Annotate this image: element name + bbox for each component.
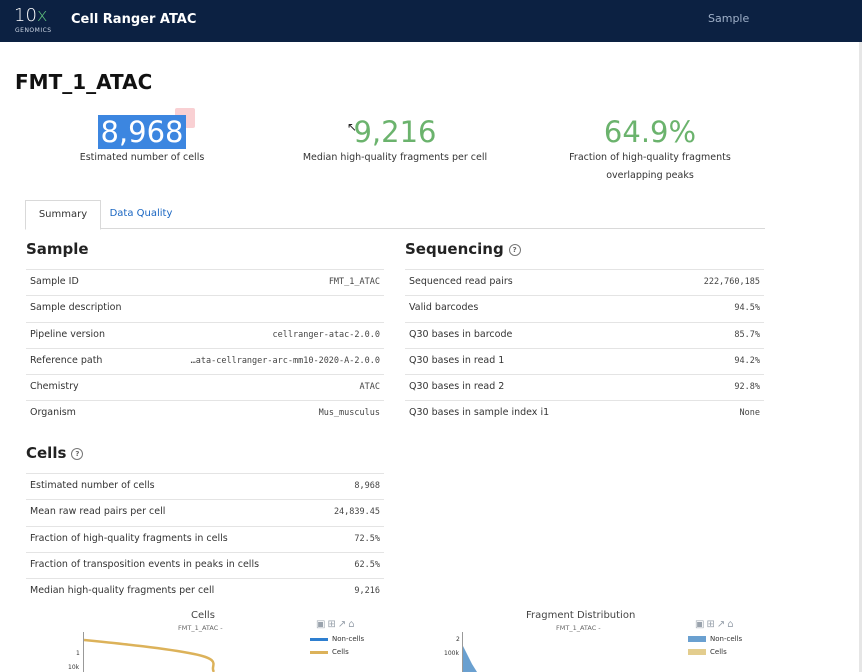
cells-chart-tick: 1 bbox=[76, 650, 80, 657]
table-row: Organism Mus_musculus bbox=[26, 400, 384, 426]
help-icon[interactable]: ? bbox=[508, 243, 521, 256]
zoom-box-icon[interactable]: ⊞ bbox=[706, 619, 716, 630]
top-navbar: 10x GENOMICS Cell Ranger ATAC Sample bbox=[0, 0, 862, 42]
help-icon[interactable]: ? bbox=[71, 447, 84, 460]
tab-summary[interactable]: Summary bbox=[25, 200, 101, 230]
logo-x: x bbox=[36, 5, 48, 26]
metric-value: 64.9% bbox=[603, 115, 697, 149]
home-icon[interactable]: ⌂ bbox=[348, 619, 356, 630]
cells-chart-plot bbox=[84, 638, 216, 672]
legend-swatch bbox=[310, 650, 328, 654]
table-row: Sample description bbox=[26, 295, 384, 321]
table-row: Q30 bases in sample index i1 None bbox=[405, 400, 764, 426]
legend-swatch bbox=[688, 636, 706, 642]
cells-chart-tick: 10k bbox=[68, 664, 80, 671]
table-row: Pipeline version cellranger-atac-2.0.0 bbox=[26, 321, 384, 348]
table-row: Sequenced read pairs 222,760,185 bbox=[405, 269, 764, 295]
legend-item[interactable]: Non-cells bbox=[688, 635, 742, 643]
table-row: Q30 bases in read 1 94.2% bbox=[405, 347, 764, 374]
legend-item[interactable]: Cells bbox=[310, 648, 364, 656]
table-row: Estimated number of cells 8,968 bbox=[26, 473, 384, 499]
nav-sample-link[interactable]: Sample bbox=[708, 12, 749, 25]
page-title: FMT_1_ATAC bbox=[15, 70, 153, 94]
fragment-chart-legend: Non-cells Cells bbox=[688, 635, 742, 656]
legend-swatch bbox=[688, 649, 706, 655]
fragment-area bbox=[463, 646, 477, 672]
metric-estimated-cells: 8,968 Estimated number of cells bbox=[62, 115, 222, 167]
logo-subtext: GENOMICS bbox=[15, 27, 52, 34]
legend-item[interactable]: Non-cells bbox=[310, 635, 364, 643]
cells-chart-toolbar: ▣⊞↗⌂ bbox=[316, 619, 357, 630]
home-icon[interactable]: ⌂ bbox=[727, 619, 735, 630]
camera-icon[interactable]: ▣ bbox=[695, 619, 706, 630]
tab-data-quality[interactable]: Data Quality bbox=[101, 200, 181, 228]
sequencing-heading: Sequencing? bbox=[405, 240, 521, 258]
metric-fraction-peaks: 64.9% Fraction of high-quality fragments… bbox=[550, 115, 750, 185]
table-row: Sample ID FMT_1_ATAC bbox=[26, 269, 384, 295]
pan-icon[interactable]: ↗ bbox=[717, 619, 727, 630]
legend-item[interactable]: Cells bbox=[688, 648, 742, 656]
fragment-chart-toolbar: ▣⊞↗⌂ bbox=[695, 619, 736, 630]
sample-table: Sample ID FMT_1_ATAC Sample description P… bbox=[26, 269, 384, 427]
metric-value: 9,216 bbox=[353, 115, 437, 149]
fragment-chart-tick: 100k bbox=[444, 650, 459, 657]
metric-label: Estimated number of cells bbox=[79, 152, 205, 163]
table-row: Fraction of transposition events in peak… bbox=[26, 551, 384, 578]
10x-genomics-logo[interactable]: 10x GENOMICS bbox=[14, 7, 56, 35]
table-row: Mean raw read pairs per cell 24,839.45 bbox=[26, 499, 384, 525]
table-row: Valid barcodes 94.5% bbox=[405, 295, 764, 321]
cells-table: Estimated number of cells 8,968 Mean raw … bbox=[26, 473, 384, 604]
zoom-box-icon[interactable]: ⊞ bbox=[327, 619, 337, 630]
cells-title: Cells bbox=[26, 444, 67, 462]
table-row: Chemistry ATAC bbox=[26, 374, 384, 400]
fragment-chart-subtitle: FMT_1_ATAC - bbox=[556, 624, 601, 632]
table-row: Q30 bases in barcode 85.7% bbox=[405, 321, 764, 348]
fragment-chart-title: Fragment Distribution bbox=[526, 610, 636, 621]
cells-chart-legend: Non-cells Cells bbox=[310, 635, 364, 656]
table-row: Reference path …ata-cellranger-arc-mm10-2… bbox=[26, 347, 384, 374]
app-title: Cell Ranger ATAC bbox=[71, 12, 197, 27]
tab-bar: Summary Data Quality bbox=[25, 200, 765, 230]
pan-icon[interactable]: ↗ bbox=[338, 619, 348, 630]
logo-text: 10 bbox=[14, 5, 37, 26]
cells-chart-title: Cells bbox=[191, 610, 215, 621]
fragment-chart-tick: 2 bbox=[456, 636, 460, 643]
camera-icon[interactable]: ▣ bbox=[316, 619, 327, 630]
metric-label: Median high-quality fragments per cell bbox=[302, 152, 488, 163]
legend-swatch bbox=[310, 637, 328, 641]
sequencing-title: Sequencing bbox=[405, 240, 504, 258]
metric-label-line1: Fraction of high-quality fragments bbox=[569, 152, 731, 163]
metric-median-fragments: 9,216 Median high-quality fragments per … bbox=[290, 115, 500, 167]
cells-curve bbox=[84, 638, 216, 672]
table-row: Q30 bases in read 2 92.8% bbox=[405, 374, 764, 400]
cells-heading: Cells? bbox=[26, 444, 84, 462]
table-row: Median high-quality fragments per cell 9,… bbox=[26, 578, 384, 604]
fragment-chart-plot bbox=[463, 646, 477, 672]
sequencing-table: Sequenced read pairs 222,760,185 Valid ba… bbox=[405, 269, 764, 427]
metric-label-line2: overlapping peaks bbox=[606, 170, 694, 181]
table-row: Fraction of high-quality fragments in ce… bbox=[26, 525, 384, 552]
sample-heading: Sample bbox=[26, 240, 89, 258]
cells-chart-subtitle: FMT_1_ATAC - bbox=[178, 624, 223, 632]
metric-value: 8,968 bbox=[98, 115, 186, 149]
